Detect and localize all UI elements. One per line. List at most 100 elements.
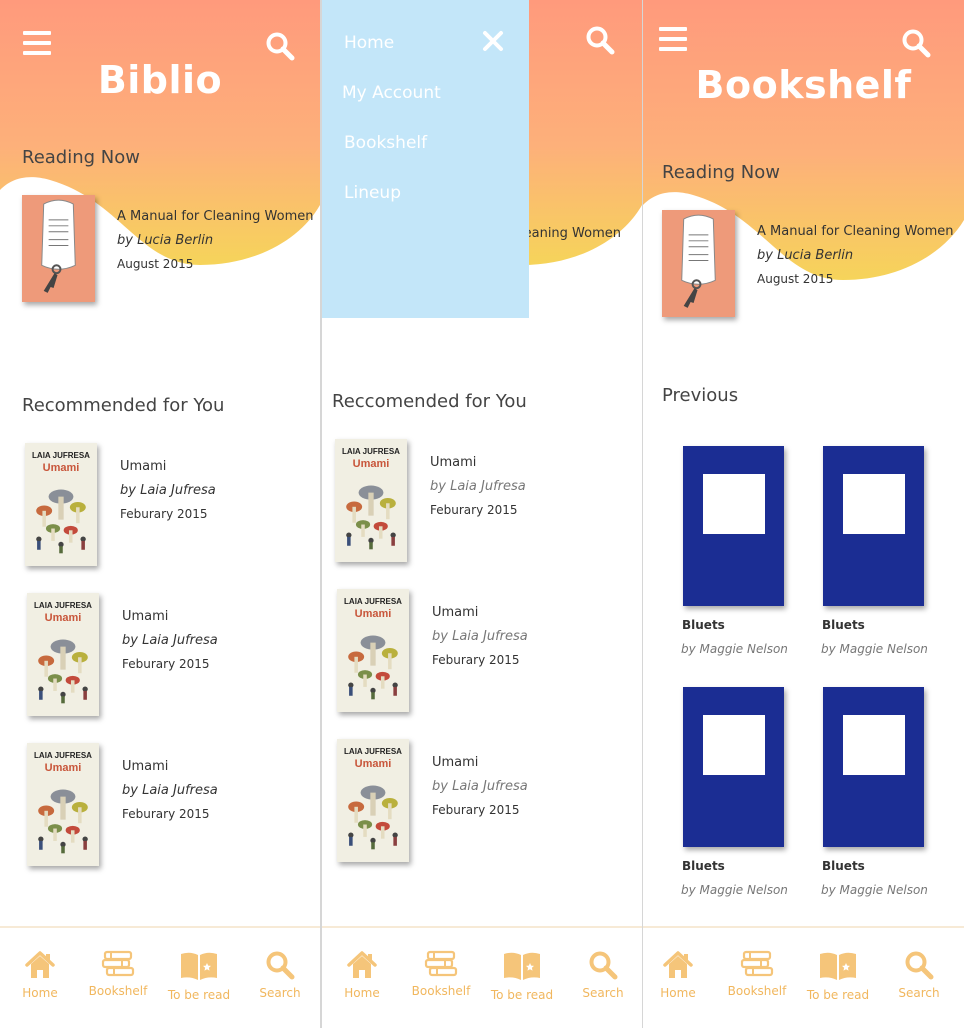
books-stack-icon	[424, 950, 458, 978]
recommended-title[interactable]: Umami	[430, 455, 476, 470]
reading-now-author: by Lucia Berlin	[757, 248, 854, 263]
menu-item-home[interactable]: Home	[344, 33, 394, 53]
tab-home[interactable]: Home	[643, 950, 718, 1000]
recommended-title[interactable]: Umami	[120, 459, 166, 474]
recommended-cover[interactable]: LAIA JUFRESA Umami	[335, 439, 407, 562]
search-icon[interactable]	[265, 31, 295, 61]
bottom-tab-bar: Home Bookshelf To be read Search	[0, 926, 320, 1028]
tab-bookshelf[interactable]: Bookshelf	[78, 950, 158, 998]
home-icon	[346, 950, 378, 980]
page-title: Bookshelf	[695, 63, 912, 107]
recommended-date: Feburary 2015	[430, 503, 518, 517]
tab-home[interactable]: Home	[0, 950, 80, 1000]
reading-now-cover[interactable]	[662, 210, 735, 317]
recommended-title[interactable]: Umami	[122, 759, 168, 774]
tab-search[interactable]: Search	[563, 950, 642, 1000]
previous-book-title[interactable]: Bluets	[682, 859, 725, 873]
recommended-author: by Laia Jufresa	[432, 629, 528, 644]
home-screen: Biblio Reading Now A Manual for Cleaning…	[0, 0, 320, 1028]
search-icon	[904, 950, 934, 980]
cover-author: LAIA JUFRESA	[32, 451, 90, 460]
hamburger-menu-icon[interactable]	[23, 31, 51, 55]
recommended-heading: Recommended for You	[22, 395, 225, 416]
previous-book-cover[interactable]	[823, 687, 924, 847]
reading-now-heading: Reading Now	[22, 147, 140, 168]
menu-item-my-account[interactable]: My Account	[342, 83, 441, 103]
recommended-cover[interactable]: LAIA JUFRESA Umami	[25, 443, 97, 566]
recommended-cover[interactable]: LAIA JUFRESA Umami	[27, 593, 99, 716]
open-book-icon	[818, 950, 858, 982]
search-icon	[588, 950, 618, 980]
tab-label: Bookshelf	[727, 984, 787, 998]
tab-home[interactable]: Home	[322, 950, 402, 1000]
previous-book-author: by Maggie Nelson	[821, 642, 928, 656]
tab-label: To be read	[806, 988, 870, 1002]
tab-to-be-read[interactable]: To be read	[798, 950, 878, 1002]
reading-now-heading: Reading Now	[662, 162, 780, 183]
tab-to-be-read[interactable]: To be read	[159, 950, 239, 1002]
home-icon	[662, 950, 694, 980]
bottom-tab-bar: Home Bookshelf To be read Search	[322, 926, 642, 1028]
reading-now-author: by Lucia Berlin	[117, 233, 214, 248]
search-icon[interactable]	[901, 28, 931, 58]
close-icon[interactable]	[482, 30, 504, 52]
previous-book-title[interactable]: Bluets	[822, 618, 865, 632]
reading-now-title[interactable]: A Manual for Cleaning Women	[117, 209, 313, 224]
key-fob-illustration	[662, 210, 735, 317]
tab-search[interactable]: Search	[879, 950, 959, 1000]
previous-book-title[interactable]: Bluets	[822, 859, 865, 873]
reading-now-cover[interactable]	[22, 195, 95, 302]
tab-search[interactable]: Search	[240, 950, 320, 1000]
cover-author: LAIA JUFRESA	[344, 597, 402, 606]
menu-screen: leaning Women Reccomended for You LAIA J…	[322, 0, 642, 1028]
recommended-author: by Laia Jufresa	[122, 633, 218, 648]
recommended-title[interactable]: Umami	[432, 605, 478, 620]
menu-item-lineup[interactable]: Lineup	[344, 183, 401, 203]
tab-label: To be read	[490, 988, 554, 1002]
recommended-cover[interactable]: LAIA JUFRESA Umami	[337, 589, 409, 712]
cover-plate	[843, 474, 905, 534]
recommended-date: Feburary 2015	[120, 507, 208, 521]
cover-title: Umami	[354, 608, 392, 620]
recommended-author: by Laia Jufresa	[432, 779, 528, 794]
previous-book-title[interactable]: Bluets	[682, 618, 725, 632]
tab-label: Home	[22, 986, 58, 1000]
previous-book-author: by Maggie Nelson	[681, 883, 788, 897]
cover-title: Umami	[42, 462, 80, 474]
recommended-cover[interactable]: LAIA JUFRESA Umami	[27, 743, 99, 866]
reading-now-title-partial: leaning Women	[520, 226, 621, 241]
cover-author: LAIA JUFRESA	[34, 601, 92, 610]
previous-book-cover[interactable]	[683, 687, 784, 847]
cover-plate	[843, 715, 905, 775]
open-book-icon	[179, 950, 219, 982]
previous-heading: Previous	[662, 385, 739, 406]
app-title: Biblio	[97, 58, 223, 102]
reading-now-title[interactable]: A Manual for Cleaning Women	[757, 224, 953, 239]
recommended-title[interactable]: Umami	[122, 609, 168, 624]
tab-label: Bookshelf	[88, 984, 148, 998]
tab-to-be-read[interactable]: To be read	[482, 950, 562, 1002]
recommended-cover[interactable]: LAIA JUFRESA Umami	[337, 739, 409, 862]
bottom-tab-bar: Home Bookshelf To be read Search	[643, 926, 964, 1028]
recommended-title[interactable]: Umami	[432, 755, 478, 770]
recommended-date: Feburary 2015	[432, 803, 520, 817]
tab-label: Search	[259, 986, 301, 1000]
tab-bookshelf[interactable]: Bookshelf	[401, 950, 481, 998]
menu-item-bookshelf[interactable]: Bookshelf	[344, 133, 427, 153]
tab-label: Home	[344, 986, 380, 1000]
navigation-drawer: Home My Account Bookshelf Lineup	[322, 0, 529, 318]
cover-author: LAIA JUFRESA	[34, 751, 92, 760]
tab-bookshelf[interactable]: Bookshelf	[717, 950, 797, 998]
search-icon[interactable]	[585, 25, 615, 55]
hamburger-menu-icon[interactable]	[659, 27, 687, 51]
previous-book-author: by Maggie Nelson	[681, 642, 788, 656]
mushroom-illustration	[32, 777, 94, 857]
tab-label: Search	[582, 986, 624, 1000]
previous-book-cover[interactable]	[823, 446, 924, 606]
recommended-date: Feburary 2015	[122, 657, 210, 671]
previous-book-cover[interactable]	[683, 446, 784, 606]
mushroom-illustration	[342, 623, 404, 703]
cover-author: LAIA JUFRESA	[344, 747, 402, 756]
cover-title: Umami	[352, 458, 390, 470]
cover-title: Umami	[44, 612, 82, 624]
